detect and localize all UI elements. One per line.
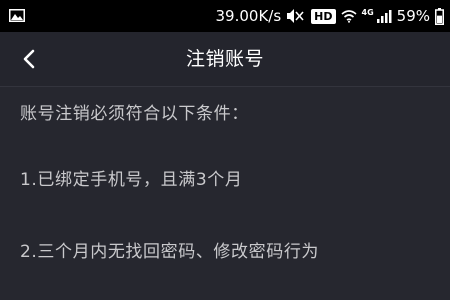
page-title: 注销账号 [185,48,264,70]
condition-item: 1.已绑定手机号，且满3个月 [20,170,243,190]
network-type-label: 4G [361,8,374,17]
content-area: 账号注销必须符合以下条件： 1.已绑定手机号，且满3个月 2.三个月内无找回密码… [0,87,450,300]
gallery-icon [9,9,25,22]
app-screen: 39.00K/s HD 4G 59% 注销账号 账号注销必须符合以下条件： 1.… [0,0,450,300]
battery-fill [437,15,442,23]
wifi-icon [340,10,357,23]
status-bar: 39.00K/s HD 4G 59% [0,0,450,32]
status-bar-right: 39.00K/s HD 4G 59% [216,0,444,32]
4g-signal-icon [376,10,392,23]
battery-icon [435,7,444,25]
app-header: 注销账号 [0,32,450,86]
mute-vibrate-icon [287,9,304,23]
condition-item: 2.三个月内无找回密码、修改密码行为 [20,242,320,262]
hd-badge: HD [311,8,336,24]
network-speed: 39.00K/s [215,7,282,25]
battery-percent: 59% [396,7,430,25]
conditions-intro: 账号注销必须符合以下条件： [20,104,249,124]
